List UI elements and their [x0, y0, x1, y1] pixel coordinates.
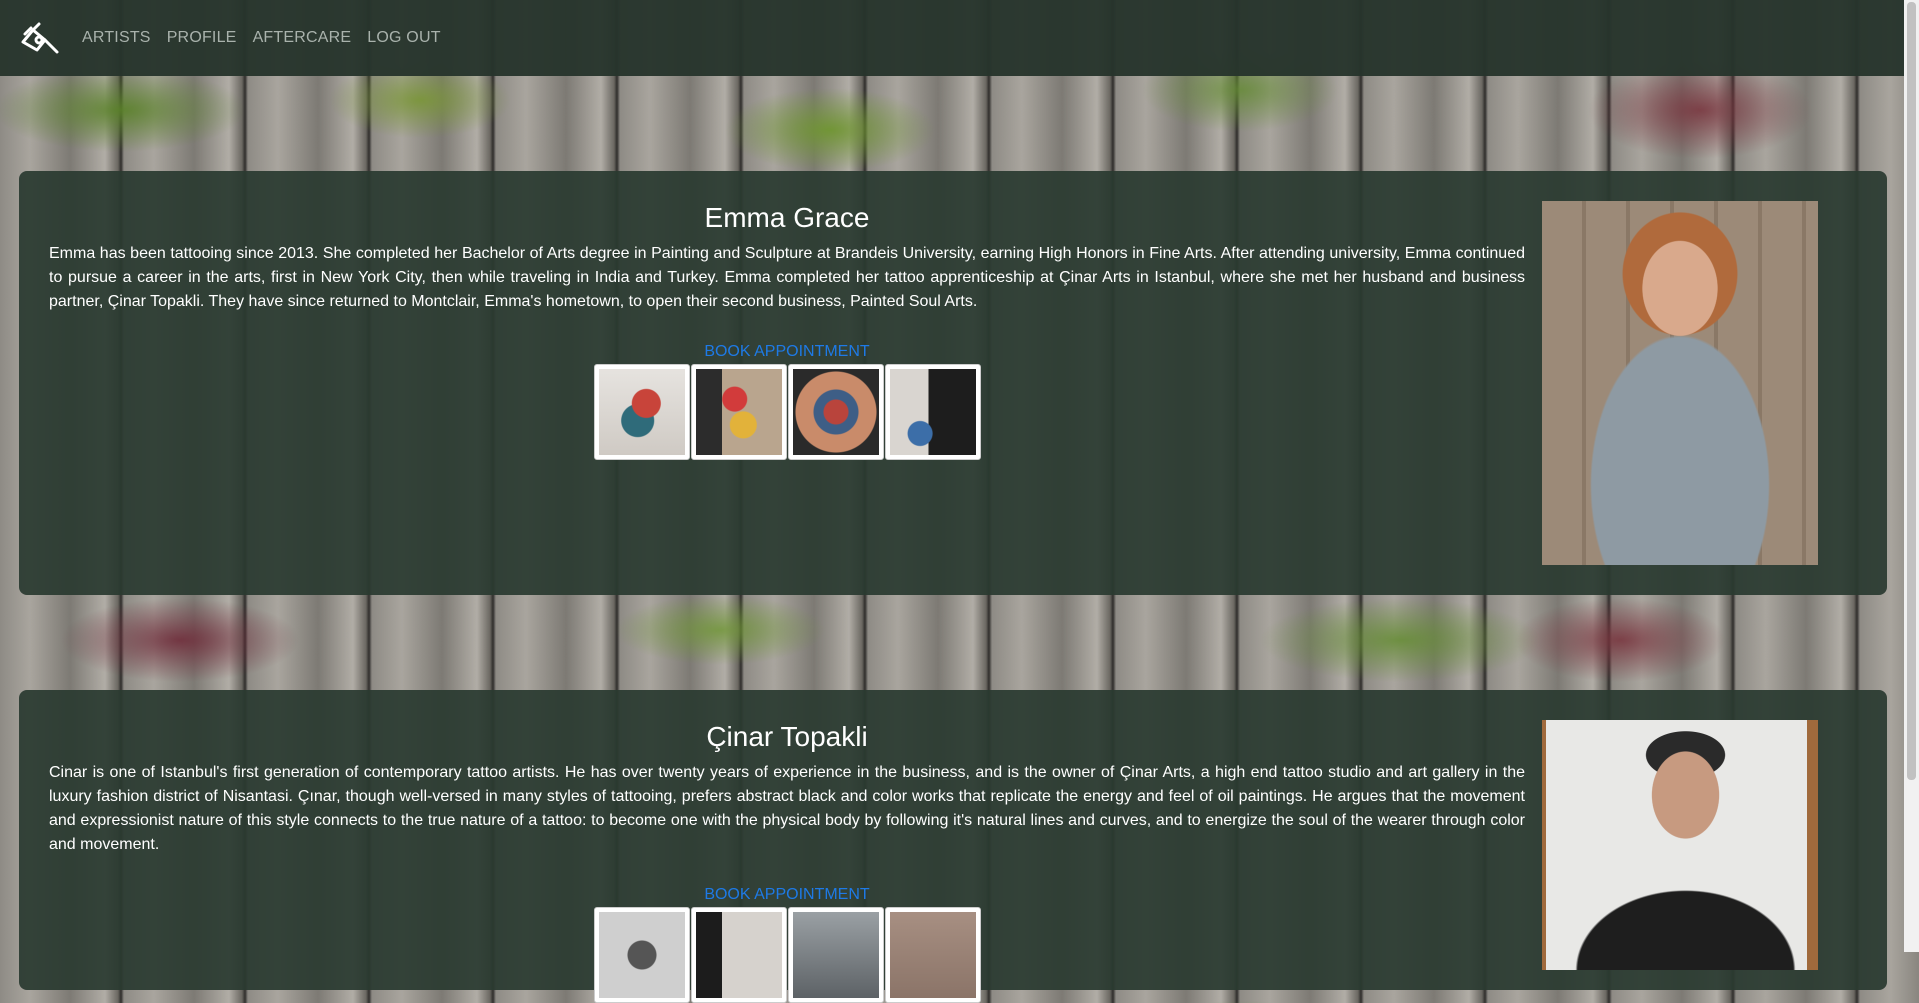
tattoo-gallery: [49, 364, 1525, 460]
tattoo-image: [598, 912, 685, 998]
gallery-thumbnail[interactable]: [593, 364, 690, 460]
gallery-thumbnail[interactable]: [690, 907, 787, 1003]
artist-name: Çinar Topakli: [706, 721, 868, 752]
artist-card-body: Emma Grace Emma has been tattooing since…: [49, 171, 1525, 460]
artist-card-body: Çinar Topakli Cinar is one of Istanbul's…: [49, 690, 1525, 1003]
top-navbar: ARTISTS PROFILE AFTERCARE LOG OUT: [0, 0, 1919, 76]
gallery-thumbnail[interactable]: [690, 364, 787, 460]
tattoo-image: [889, 912, 976, 998]
artist-portrait: [1542, 720, 1818, 970]
tattoo-image: [695, 912, 782, 998]
artist-card-cinar: Çinar Topakli Cinar is one of Istanbul's…: [19, 690, 1887, 1003]
tattoo-image: [695, 369, 782, 455]
nav-artists[interactable]: ARTISTS: [82, 29, 151, 47]
book-appointment-link[interactable]: BOOK APPOINTMENT: [49, 343, 1525, 361]
artist-bio: Cinar is one of Istanbul's first generat…: [49, 764, 1525, 853]
tattoo-image: [792, 369, 879, 455]
artist-portrait: [1542, 201, 1818, 565]
gallery-thumbnail[interactable]: [593, 907, 690, 1003]
gallery-thumbnail[interactable]: [787, 364, 884, 460]
tattoo-image: [598, 369, 685, 455]
logo-link[interactable]: [18, 16, 62, 60]
tattoo-machine-icon: [21, 22, 59, 54]
tattoo-image: [792, 912, 879, 998]
page-scrollbar[interactable]: [1904, 0, 1919, 952]
tattoo-gallery: [49, 907, 1525, 1003]
gallery-thumbnail[interactable]: [884, 364, 981, 460]
gallery-thumbnail[interactable]: [884, 907, 981, 1003]
artist-card-emma: Emma Grace Emma has been tattooing since…: [19, 171, 1887, 595]
nav-profile[interactable]: PROFILE: [167, 29, 237, 47]
scrollbar-thumb[interactable]: [1907, 2, 1916, 780]
artist-name: Emma Grace: [704, 202, 870, 233]
gallery-thumbnail[interactable]: [787, 907, 884, 1003]
nav-aftercare[interactable]: AFTERCARE: [253, 29, 352, 47]
nav-logout[interactable]: LOG OUT: [367, 29, 440, 47]
tattoo-image: [889, 369, 976, 455]
artist-bio: Emma has been tattooing since 2013. She …: [49, 245, 1525, 310]
book-appointment-link[interactable]: BOOK APPOINTMENT: [49, 886, 1525, 904]
